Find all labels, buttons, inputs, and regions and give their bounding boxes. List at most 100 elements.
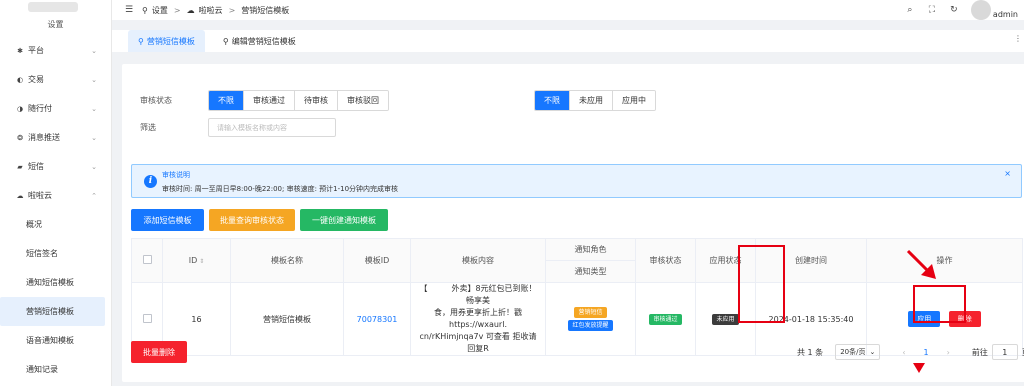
select-all-checkbox[interactable] [142, 255, 152, 264]
annotation-box-apply-button [913, 285, 966, 323]
sidebar-subitem-signature[interactable]: 短信签名 [0, 239, 111, 268]
more-icon[interactable]: ⋮ [1014, 34, 1022, 43]
apply-option-all[interactable]: 不限 [535, 91, 570, 110]
breadcrumb: ⚲ 设置 > ☁ 啦啦云 > 营销短信模板 [142, 5, 289, 16]
sidebar-subitem-notify-template[interactable]: 通知短信模板 [0, 268, 111, 297]
sidebar-item-sms[interactable]: ▰ 短信 ⌄ [0, 152, 111, 181]
sidebar-item-label: 短信 [28, 162, 44, 171]
avatar[interactable] [970, 0, 991, 20]
row-audit: 审核通过 [635, 282, 696, 356]
refresh-icon[interactable]: ↻ [949, 5, 959, 15]
apply-option-unapplied[interactable]: 未应用 [570, 91, 613, 110]
apply-segments: 不限 未应用 应用中 [534, 90, 656, 111]
audit-option-pending[interactable]: 待审核 [295, 91, 338, 110]
pagination-total: 共 1 条 [797, 347, 824, 357]
sidebar-item-platform[interactable]: ✱ 平台 ⌄ [0, 36, 111, 65]
row-template-id-cell: 70078301 [343, 282, 411, 356]
current-page[interactable]: 1 [924, 348, 929, 357]
role-tag: 营销短信 [574, 307, 607, 318]
select-all-cell [131, 238, 163, 283]
row-name: 营销短信模板 [230, 282, 344, 356]
audit-segments: 不限 审核通过 待审核 审核驳回 [208, 90, 389, 111]
sidebar-item-label: 随行付 [28, 104, 52, 113]
notice-text: 审核时间: 周一至周日早8:00-晚22:00; 审核速度: 预计1-10分钟内… [162, 185, 399, 193]
breadcrumb-separator: > [173, 5, 181, 15]
close-icon[interactable]: × [1004, 169, 1011, 178]
breadcrumb-item[interactable]: 啦啦云 [199, 5, 223, 16]
search-icon[interactable]: ⌕ [905, 5, 915, 15]
header-label: ID [188, 256, 198, 265]
audit-option-rejected[interactable]: 审核驳回 [338, 91, 388, 110]
username[interactable]: admin [993, 10, 1018, 19]
audit-filter-label: 审核状态 [140, 96, 172, 105]
template-id-link[interactable]: 70078301 [357, 315, 398, 324]
add-template-button[interactable]: 添加短信模板 [131, 209, 204, 231]
batch-query-button[interactable]: 批量查询审核状态 [209, 209, 295, 231]
row-role-type: 营销短信 红包发放提醒 [545, 282, 636, 356]
user-icon: ⚲ [138, 36, 144, 46]
chevron-down-icon: ⌄ [91, 162, 97, 171]
user-icon: ⚲ [142, 5, 148, 15]
chevron-up-icon: ⌃ [91, 191, 97, 200]
create-notify-template-button[interactable]: 一键创建通知模板 [300, 209, 388, 231]
col-content: 模板内容 [410, 238, 546, 283]
audit-notice: i 审核说明 审核时间: 周一至周日早8:00-晚22:00; 审核速度: 预计… [131, 164, 1022, 198]
sidebar-subitem-voice-template[interactable]: 语音通知模板 [0, 326, 111, 355]
row-checkbox[interactable] [142, 313, 152, 323]
goto-label: 前往 [971, 347, 988, 357]
apply-filter: 不限 未应用 应用中 [534, 90, 656, 111]
fullscreen-icon[interactable]: ⛶ [927, 5, 937, 15]
batch-delete-button[interactable]: 批量删除 [131, 341, 187, 363]
menu-fold-icon[interactable]: ☰ [124, 5, 134, 15]
breadcrumb-separator: > [228, 5, 236, 15]
content-line: 食，用券更享折上折！戳 https://wxaurl. [434, 308, 522, 329]
audit-option-approved[interactable]: 审核通过 [244, 91, 295, 110]
trade-icon: ◐ [16, 75, 24, 84]
search-filter: 筛选 请输入模板名称或内容 [140, 118, 336, 137]
prev-page-button[interactable]: ‹ [902, 348, 905, 357]
sidebar-subitem-marketing-template[interactable]: 营销短信模板 [0, 297, 105, 326]
chevron-down-icon: ⌄ [91, 133, 97, 142]
sidebar-item-pay[interactable]: ◑ 随行付 ⌄ [0, 94, 111, 123]
audit-filter: 审核状态 不限 审核通过 待审核 审核驳回 [140, 90, 389, 111]
sidebar-item-cloud[interactable]: ☁ 啦啦云 ⌃ [0, 181, 111, 210]
sort-icon[interactable]: ⇕ [199, 258, 204, 265]
type-tag: 红包发放提醒 [568, 320, 613, 331]
breadcrumb-item[interactable]: 设置 [152, 5, 168, 16]
tab-label: 编辑营销短信模板 [231, 36, 296, 46]
chevron-down-icon: ⌄ [91, 75, 97, 84]
apply-option-applying[interactable]: 应用中 [613, 91, 655, 110]
col-template-id: 模板ID [343, 238, 411, 283]
col-audit: 审核状态 [635, 238, 696, 283]
sidebar-item-label: 消息推送 [28, 133, 60, 142]
template-table: ID ⇕ 模板名称 模板ID 模板内容 通知角色 审核状态 应用状态 创建时间 操… [131, 238, 1023, 356]
next-page-button[interactable]: › [947, 348, 950, 357]
gear-icon: ✱ [17, 46, 23, 55]
sidebar-item-label: 交易 [28, 75, 44, 84]
cloud-icon: ☁ [16, 191, 24, 200]
annotation-box-apply-status [738, 245, 785, 323]
sidebar: 设置 ✱ 平台 ⌄ ◐ 交易 ⌄ ◑ 随行付 ⌄ ❂ 消息推送 ⌄ ▰ 短信 ⌄… [0, 0, 112, 386]
sidebar-item-label: 啦啦云 [28, 191, 52, 200]
breadcrumb-item: 营销短信模板 [241, 5, 290, 15]
goto-page-input[interactable]: 1 [991, 344, 1018, 360]
page-size-select[interactable]: 20条/页 ⌄ [835, 344, 881, 360]
col-id[interactable]: ID ⇕ [162, 238, 231, 283]
audit-option-all[interactable]: 不限 [209, 91, 244, 110]
tabs-bar: ⚲ 营销短信模板 ⚲ 编辑营销短信模板 ⋮ [112, 30, 1024, 52]
col-type: 通知类型 [545, 260, 636, 283]
chevron-down-icon: ⌄ [91, 104, 97, 113]
tab-edit-marketing-template[interactable]: ⚲ 编辑营销短信模板 [213, 30, 306, 52]
sidebar-subitem-notify-log[interactable]: 通知记录 [0, 355, 111, 384]
col-ops: 操作 [866, 238, 1023, 283]
audit-status-tag: 审核通过 [649, 313, 682, 325]
search-input[interactable]: 请输入模板名称或内容 [208, 118, 336, 137]
sidebar-item-trade[interactable]: ◐ 交易 ⌄ [0, 65, 111, 94]
sidebar-item-push[interactable]: ❂ 消息推送 ⌄ [0, 123, 111, 152]
chevron-down-icon: ⌄ [91, 46, 97, 55]
pagination: 共 1 条 20条/页 ⌄ ‹ 1 › 前往 1 页 [797, 344, 1024, 360]
sidebar-subitem-overview[interactable]: 概况 [0, 210, 111, 239]
tab-marketing-template[interactable]: ⚲ 营销短信模板 [128, 30, 205, 52]
apply-status-tag: 未应用 [712, 313, 739, 325]
page-size-value: 20条/页 [840, 348, 866, 356]
